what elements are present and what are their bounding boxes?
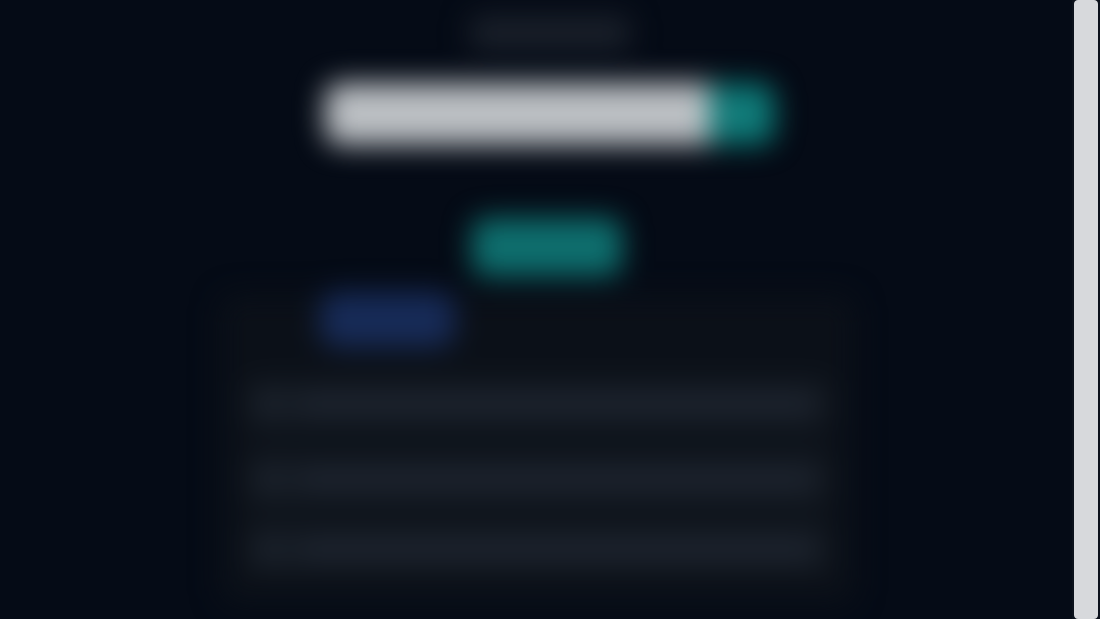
result-icon [261,393,283,415]
page-title [470,16,630,50]
active-filter-chip[interactable] [320,292,455,347]
screenshot-page: ⌕ [0,0,1100,619]
result-row[interactable] [245,455,830,503]
result-divider [245,508,830,516]
vertical-scrollbar-track[interactable] [1072,0,1100,619]
result-row[interactable] [245,380,830,428]
search-row: ⌕ [325,83,775,145]
primary-action-button[interactable] [472,218,622,276]
search-input[interactable] [325,83,710,145]
result-text [297,397,814,411]
result-text [297,472,814,486]
blurred-content-layer: ⌕ [0,0,1100,619]
search-button[interactable]: ⌕ [710,83,775,145]
result-text [297,542,814,556]
result-icon [261,468,283,490]
search-icon: ⌕ [735,99,750,128]
result-row[interactable] [245,525,830,573]
vertical-scrollbar-thumb[interactable] [1074,0,1098,619]
result-divider [245,438,830,446]
result-icon [261,538,283,560]
